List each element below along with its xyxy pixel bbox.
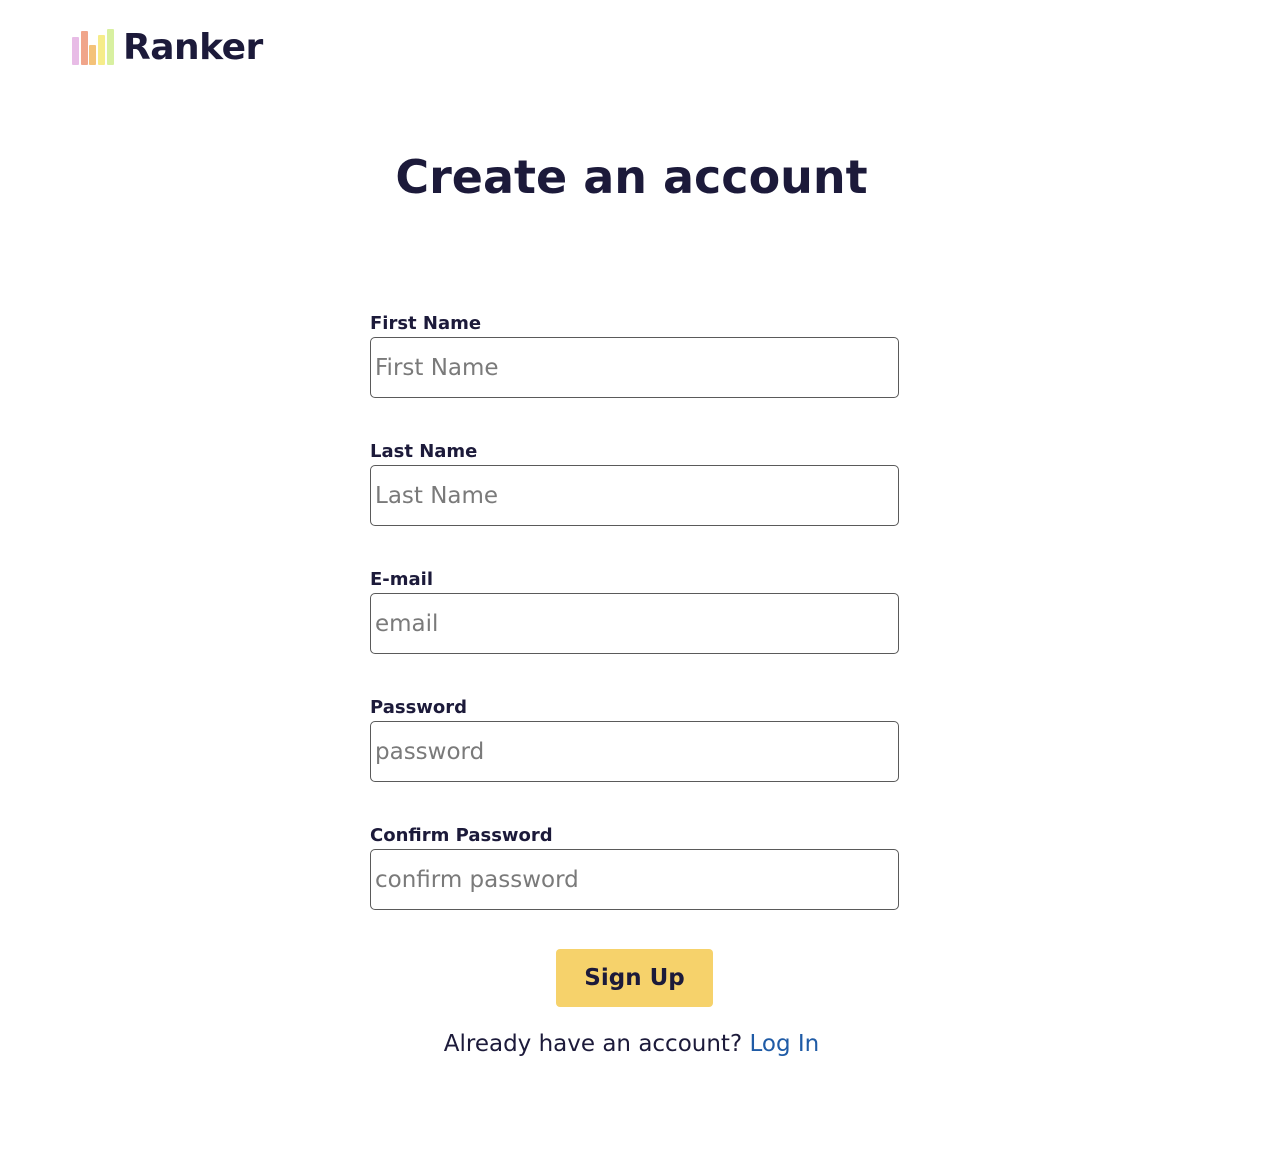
ranker-logo-icon [72,29,114,65]
password-label: Password [370,697,468,718]
sign-up-button[interactable]: Sign Up [556,949,713,1007]
logo-bar [81,31,88,65]
first-name-input[interactable] [370,337,899,398]
email-input[interactable] [370,593,899,654]
logo-bar [98,35,105,65]
page-title: Create an account [395,150,868,204]
last-name-input[interactable] [370,465,899,526]
first-name-label: First Name [370,313,482,334]
logo-bar [89,45,96,65]
email-group: E-mail [370,567,899,695]
login-prompt: Already have an account? Log In [0,1031,1263,1057]
signup-page: Ranker Create an account First Name Last… [0,0,1263,1165]
logo-bar [107,29,114,65]
logo-bar [72,37,79,65]
password-group: Password [370,695,899,823]
last-name-label: Last Name [370,441,478,462]
password-input[interactable] [370,721,899,782]
last-name-group: Last Name [370,439,899,567]
confirm-password-input[interactable] [370,849,899,910]
first-name-group: First Name [370,311,899,439]
confirm-password-group: Confirm Password [370,823,899,951]
brand-name: Ranker [123,26,263,68]
confirm-password-label: Confirm Password [370,825,553,846]
signup-form: First Name Last Name E-mail Password Con… [370,311,899,951]
email-label: E-mail [370,569,434,590]
log-in-link[interactable]: Log In [749,1031,819,1057]
login-prompt-text: Already have an account? [443,1031,743,1057]
brand[interactable]: Ranker [72,26,263,68]
